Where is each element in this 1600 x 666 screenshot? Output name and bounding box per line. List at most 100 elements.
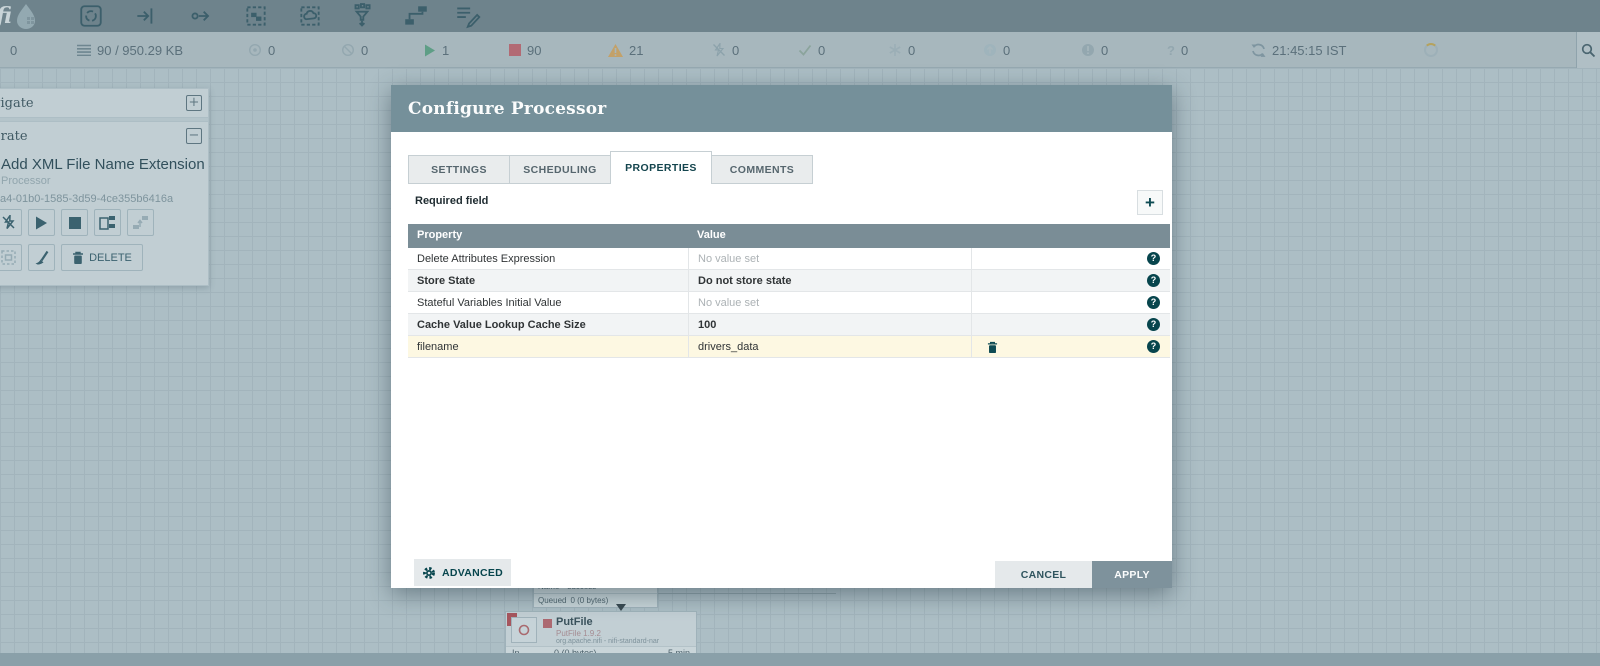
property-name: Cache Value Lookup Cache Size <box>408 314 688 336</box>
configure-processor-dialog: Configure Processor SETTINGS SCHEDULING … <box>391 85 1172 588</box>
status-stale: 0 <box>983 32 1010 68</box>
search-icon <box>1581 43 1596 58</box>
status-up-to-date: 0 <box>798 32 825 68</box>
transmitting-icon <box>248 43 262 57</box>
bolt-slash-icon <box>1 215 16 230</box>
arrow-up-circle-icon <box>983 43 997 57</box>
bolt-slash-icon <box>712 43 726 57</box>
selected-component-type: Processor <box>1 175 208 187</box>
flow-up-icon <box>132 215 149 230</box>
status-stopped: 90 <box>509 32 541 68</box>
move-to-parent-button[interactable] <box>127 209 154 236</box>
status-disabled: 0 <box>712 32 739 68</box>
navigate-expand-button[interactable]: + <box>186 95 202 111</box>
status-queued: 90 / 950.29 KB <box>77 32 183 68</box>
property-value[interactable]: 100 <box>688 314 971 336</box>
status-last-refresh[interactable]: 21:45:15 IST <box>1251 32 1346 68</box>
side-panels: Navigate + Operate − Add XML File Name E… <box>0 88 209 286</box>
not-transmitting-icon <box>341 43 355 57</box>
processor-component-icon[interactable] <box>75 2 107 30</box>
stopped-state-icon <box>543 619 552 628</box>
funnel-component-icon[interactable] <box>346 2 378 30</box>
apply-button[interactable]: APPLY <box>1092 561 1172 588</box>
group-button[interactable] <box>0 244 22 271</box>
refresh-icon[interactable] <box>1251 43 1266 57</box>
dialog-tabs: SETTINGS SCHEDULING PROPERTIES COMMENTS <box>408 151 812 184</box>
property-value[interactable]: No value set <box>688 292 971 314</box>
gear-icon <box>422 566 436 580</box>
search-button[interactable] <box>1576 32 1600 68</box>
status-not-transmitting: 0 <box>341 32 368 68</box>
property-name: filename <box>408 336 688 358</box>
table-row: Cache Value Lookup Cache Size ? 100 <box>408 314 1170 336</box>
status-invalid: 21 <box>608 32 643 68</box>
copy-template-button[interactable] <box>94 209 121 236</box>
property-value[interactable]: drivers_data <box>688 336 971 358</box>
stop-button[interactable] <box>61 209 88 236</box>
tab-scheduling[interactable]: SCHEDULING <box>509 155 611 184</box>
fill-color-button[interactable] <box>28 244 55 271</box>
list-icon <box>77 44 91 56</box>
disable-button[interactable] <box>0 209 22 236</box>
table-row: Delete Attributes Expression ? No value … <box>408 248 1170 270</box>
property-value[interactable]: No value set <box>688 248 971 270</box>
connection-line <box>658 593 836 594</box>
template-component-icon[interactable] <box>400 2 432 30</box>
label-component-icon[interactable] <box>452 2 484 30</box>
navigate-panel-header: Navigate + <box>0 89 208 117</box>
property-name: Stateful Variables Initial Value <box>408 292 688 314</box>
process-group-component-icon[interactable] <box>240 2 272 30</box>
value-column-header: Value <box>697 229 726 241</box>
processor-version: PutFile 1.9.2 <box>556 629 601 638</box>
add-property-button[interactable]: + <box>1137 190 1163 215</box>
question-circle-icon: ? <box>1167 43 1175 58</box>
input-port-component-icon[interactable] <box>130 2 162 30</box>
delete-button[interactable]: DELETE <box>61 244 143 271</box>
status-sync-failure: ? 0 <box>1167 32 1188 68</box>
play-icon <box>35 216 48 230</box>
output-port-component-icon[interactable] <box>185 2 217 30</box>
dialog-header: Configure Processor <box>391 85 1172 132</box>
nifi-drop-icon <box>12 1 46 31</box>
tab-properties[interactable]: PROPERTIES <box>610 151 712 184</box>
properties-table: Property Value Delete Attributes Express… <box>408 224 1170 358</box>
asterisk-icon <box>888 43 902 57</box>
status-active-threads: 0 <box>10 32 17 68</box>
stop-icon <box>69 217 81 229</box>
tab-comments[interactable]: COMMENTS <box>711 155 813 184</box>
advanced-button[interactable]: ADVANCED <box>414 559 511 586</box>
tab-settings[interactable]: SETTINGS <box>408 155 510 184</box>
table-row-dynamic-property: filename ? drivers_data <box>408 336 1170 358</box>
connection-queued-label: Queued <box>538 596 566 605</box>
warning-icon <box>608 44 623 57</box>
connection-arrowhead-icon <box>616 604 626 611</box>
property-name: Store State <box>408 270 688 292</box>
status-locally-modified: 0 <box>888 32 915 68</box>
group-select-icon <box>1 250 16 265</box>
delete-property-icon[interactable] <box>987 341 998 354</box>
status-running: 1 <box>424 32 449 68</box>
play-icon <box>424 44 436 57</box>
start-button[interactable] <box>28 209 55 236</box>
doc-flow-icon <box>99 215 116 230</box>
operate-collapse-button[interactable]: − <box>186 128 202 144</box>
property-value[interactable]: Do not store state <box>688 270 971 292</box>
paintbrush-icon <box>34 250 49 265</box>
operate-panel-header: Operate − <box>0 122 208 150</box>
selected-component-name: Add XML File Name Extension <box>1 156 208 173</box>
property-column-header: Property <box>417 229 462 241</box>
trash-icon <box>72 251 84 265</box>
status-bar: 0 90 / 950.29 KB 0 0 1 90 21 0 0 0 0 <box>0 32 1600 68</box>
processor-name: PutFile <box>556 616 593 628</box>
cancel-button[interactable]: CANCEL <box>995 561 1092 588</box>
status-modified-stale: 0 <box>1081 32 1108 68</box>
remote-process-group-component-icon[interactable] <box>294 2 326 30</box>
status-transmitting: 0 <box>248 32 275 68</box>
property-name: Delete Attributes Expression <box>408 248 688 270</box>
connection-queued-value: 0 (0 bytes) <box>570 596 608 605</box>
required-field-label: Required field <box>415 195 488 207</box>
components-toolbar: fi <box>0 0 1600 32</box>
table-row: Stateful Variables Initial Value ? No va… <box>408 292 1170 314</box>
exclamation-circle-icon <box>1081 43 1095 57</box>
processor-icon <box>511 617 537 643</box>
